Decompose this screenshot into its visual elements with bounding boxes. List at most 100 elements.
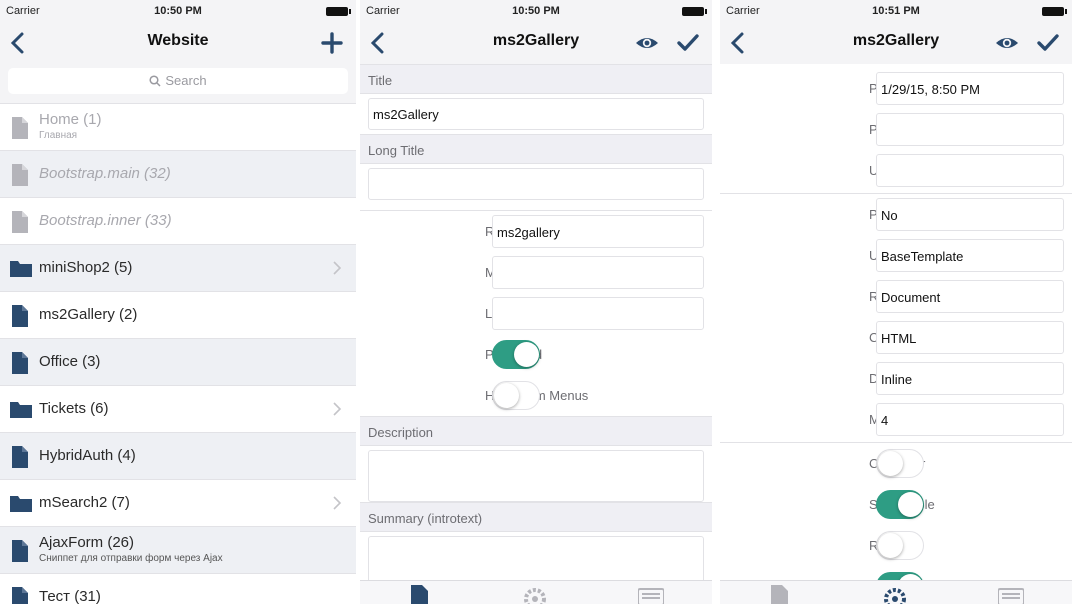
toggle-row: Hide From Menus [360, 375, 712, 416]
battery-icon [682, 7, 707, 16]
list-item-label: ms2Gallery (2) [39, 306, 138, 323]
document-icon [10, 352, 30, 374]
eye-icon[interactable] [994, 30, 1020, 56]
search-input[interactable]: Search [8, 68, 348, 94]
chevron-right-icon [332, 401, 342, 417]
document-icon [411, 585, 428, 604]
folder-icon [10, 399, 32, 421]
field-input[interactable] [492, 297, 704, 330]
battery-icon [326, 7, 351, 16]
toggle-switch[interactable] [876, 490, 924, 519]
tab-bar [360, 580, 712, 604]
list-item[interactable]: Bootstrap.main (32) [0, 151, 356, 198]
list-item[interactable]: miniShop2 (5) [0, 245, 356, 292]
form-row: Publish Date [720, 109, 1072, 150]
field-input[interactable] [876, 154, 1064, 187]
field-input[interactable] [876, 113, 1064, 146]
resource-settings-fields: ParentNoUses TemplateBaseTemplateResourc… [720, 194, 1072, 440]
list-item[interactable]: Bootstrap.inner (33) [0, 198, 356, 245]
section-description: Description [360, 416, 712, 446]
nav-bar: ms2Gallery [720, 22, 1072, 64]
list-item[interactable]: ms2Gallery (2) [0, 292, 356, 339]
list-item[interactable]: HybridAuth (4) [0, 433, 356, 480]
plus-icon[interactable] [320, 30, 344, 56]
chevron-right-icon [332, 495, 342, 511]
clock: 10:50 PM [154, 5, 202, 17]
tab-fields[interactable] [637, 585, 665, 604]
form-row: Menu Title [360, 252, 712, 293]
list-icon [637, 588, 665, 604]
toggle-row: Container [720, 443, 1072, 484]
checkmark-icon[interactable] [676, 30, 700, 56]
form-row: DispositionInline [720, 358, 1072, 399]
tab-bar [720, 580, 1072, 604]
toggle-row: Rich Text [720, 525, 1072, 566]
tab-settings[interactable] [522, 585, 548, 604]
toggle-switch[interactable] [876, 531, 924, 560]
list-item[interactable]: Home (1) Главная [0, 104, 356, 151]
list-item[interactable]: Office (3) [0, 339, 356, 386]
screen-document-settings: Carrier 10:51 PM ms2Gallery Published On… [720, 0, 1072, 604]
document-icon [10, 305, 30, 327]
clock: 10:50 PM [512, 5, 560, 17]
gear-icon [884, 588, 906, 604]
list-item-subtitle: Сниппет для отправки форм через Ajax [39, 553, 223, 564]
list-item-label: miniShop2 (5) [39, 259, 133, 276]
toggle-row: Searchable [720, 484, 1072, 525]
form-row: Resource Aliasms2gallery [360, 211, 712, 252]
toggle-switch[interactable] [492, 381, 540, 410]
field-input[interactable]: 1/29/15, 8:50 PM [876, 72, 1064, 105]
document-icon [10, 211, 30, 233]
form-row: Resource TypeDocument [720, 276, 1072, 317]
folder-icon [10, 258, 32, 280]
search-placeholder: Search [165, 73, 207, 88]
search-bar: Search [0, 64, 356, 104]
tab-document[interactable] [766, 585, 792, 604]
form-row: Published On1/29/15, 8:50 PM [720, 68, 1072, 109]
field-input[interactable]: Document [876, 280, 1064, 313]
clock: 10:51 PM [872, 5, 920, 17]
list-item[interactable]: Tickets (6) [0, 386, 356, 433]
list-item-label: Тест (31) [39, 588, 101, 604]
title-field[interactable]: ms2Gallery [368, 98, 704, 130]
list-item-label: Home (1) [39, 111, 102, 128]
document-icon [10, 164, 30, 186]
field-input[interactable]: BaseTemplate [876, 239, 1064, 272]
field-input[interactable]: ms2gallery [492, 215, 704, 248]
eye-icon[interactable] [634, 30, 660, 56]
toggle-row: Published [360, 334, 712, 375]
status-bar: Carrier 10:51 PM [720, 0, 1072, 22]
document-icon [10, 587, 30, 604]
list-item-label: AjaxForm (26) [39, 534, 135, 551]
document-icon [10, 117, 30, 139]
tab-document[interactable] [406, 585, 432, 604]
page-title: Website [147, 32, 209, 49]
checkmark-icon[interactable] [1036, 30, 1060, 56]
tab-fields[interactable] [997, 585, 1025, 604]
list-item-label: Tickets (6) [39, 400, 109, 417]
description-field[interactable] [368, 450, 704, 502]
list-item-label: Bootstrap.main (32) [39, 165, 171, 182]
tab-settings[interactable] [882, 585, 908, 604]
field-input[interactable] [492, 256, 704, 289]
search-icon [149, 75, 161, 87]
document-icon [771, 585, 788, 604]
toggle-switch[interactable] [876, 449, 924, 478]
status-bar: Carrier 10:50 PM [0, 0, 356, 22]
list-icon [997, 588, 1025, 604]
document-icon [10, 446, 30, 468]
list-item-subtitle: Главная [39, 130, 78, 141]
field-input[interactable]: No [876, 198, 1064, 231]
long-title-field[interactable] [368, 168, 704, 200]
list-item-label: Bootstrap.inner (33) [39, 212, 172, 229]
form-row: ParentNo [720, 194, 1072, 235]
list-item[interactable]: AjaxForm (26) Сниппет для отправки форм ч… [0, 527, 356, 574]
list-item-label: mSearch2 (7) [39, 494, 130, 511]
field-input[interactable]: 4 [876, 403, 1064, 436]
toggle-switch[interactable] [492, 340, 540, 369]
field-input[interactable]: Inline [876, 362, 1064, 395]
list-item[interactable]: mSearch2 (7) [0, 480, 356, 527]
list-item[interactable]: Тест (31) [0, 574, 356, 604]
field-input[interactable]: HTML [876, 321, 1064, 354]
form-row: Unpublish date [720, 150, 1072, 191]
